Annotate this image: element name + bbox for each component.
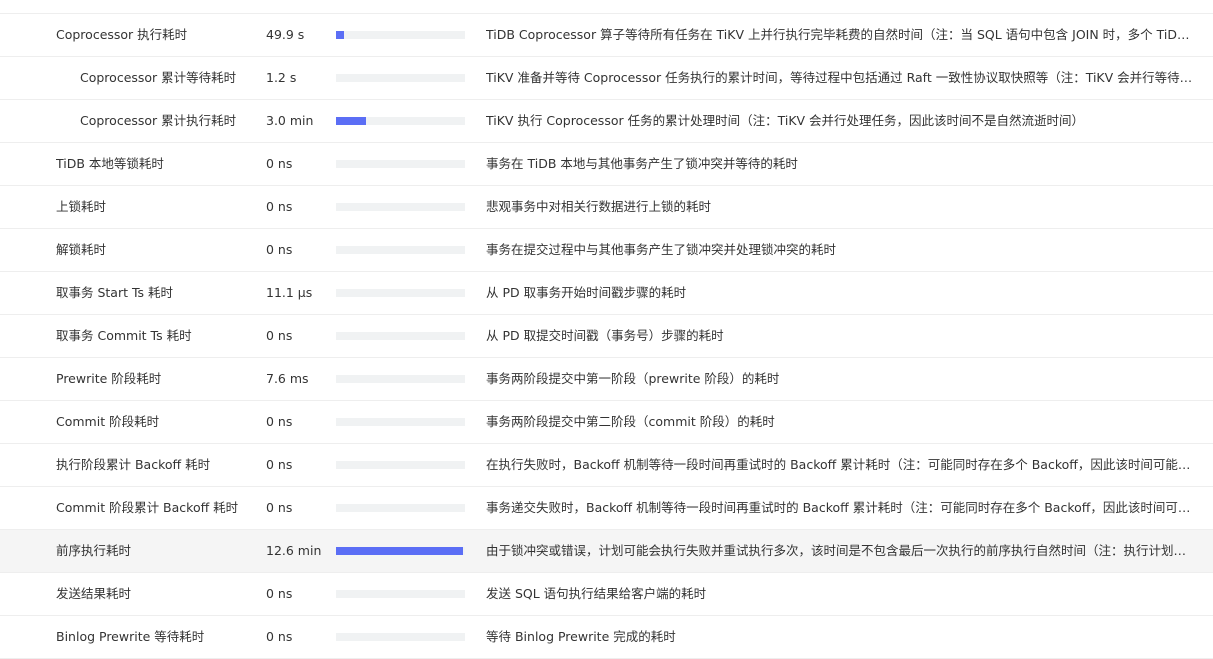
metric-name [56, 0, 256, 13]
metric-value: 49.9 s [266, 27, 305, 42]
metric-value: 0 ns [266, 199, 293, 214]
metric-name: 取事务 Start Ts 耗时 [56, 285, 174, 300]
duration-bar-track [336, 203, 465, 211]
metric-value: 0 ns [266, 500, 293, 515]
metric-name: Coprocessor 累计等待耗时 [80, 70, 237, 85]
table-row[interactable]: TiDB 本地等锁耗时 0 ns 事务在 TiDB 本地与其他事务产生了锁冲突并等待… [0, 143, 1213, 186]
metric-description: 等待 Binlog Prewrite 完成的耗时 [486, 629, 676, 644]
metric-description: 在执行失败时，Backoff 机制等待一段时间再重试时的 Backoff 累计耗… [486, 457, 1196, 472]
metric-value: 0 ns [266, 457, 293, 472]
metric-name: Coprocessor 累计执行耗时 [80, 113, 237, 128]
duration-bar-track [336, 461, 465, 469]
table-row[interactable]: Commit 阶段累计 Backoff 耗时 0 ns 事务递交失败时，Backof… [0, 487, 1213, 530]
duration-bar-fill [336, 547, 464, 555]
metric-name: 执行阶段累计 Backoff 耗时 [56, 457, 211, 472]
metric-value: 3.0 min [266, 113, 314, 128]
duration-bar-fill [336, 117, 367, 125]
metric-name: TiDB 本地等锁耗时 [56, 156, 164, 171]
metric-description: 事务递交失败时，Backoff 机制等待一段时间再重试时的 Backoff 累计… [486, 500, 1196, 515]
metric-value: 0 ns [266, 242, 293, 257]
duration-bar-track [336, 633, 465, 641]
metric-description: 事务两阶段提交中第二阶段（commit 阶段）的耗时 [486, 414, 775, 429]
metric-description: 由于锁冲突或错误，计划可能会执行失败并重试执行多次，该时间是不包含最后一次执行的… [486, 543, 1196, 558]
metric-description: 事务在提交过程中与其他事务产生了锁冲突并处理锁冲突的耗时 [486, 242, 837, 257]
metric-value: 12.6 min [266, 543, 322, 558]
metric-description: 悲观事务中对相关行数据进行上锁的耗时 [486, 199, 712, 214]
duration-bar-track [336, 289, 465, 297]
table-row[interactable]: 取事务 Start Ts 耗时 11.1 μs 从 PD 取事务开始时间戳步骤的耗时 [0, 272, 1213, 315]
metric-description: 从 PD 取事务开始时间戳步骤的耗时 [486, 285, 687, 300]
metric-value: 0 ns [266, 629, 293, 644]
metric-description: TiDB Coprocessor 算子等待所有任务在 TiKV 上并行执行完毕耗… [486, 27, 1196, 42]
table-row[interactable]: 前序执行耗时 12.6 min 由于锁冲突或错误，计划可能会执行失败并重试执行多次，… [0, 530, 1213, 573]
metric-value: 0 ns [266, 414, 293, 429]
metric-description: 事务两阶段提交中第一阶段（prewrite 阶段）的耗时 [486, 371, 780, 386]
duration-bar-track [336, 31, 465, 39]
duration-bar-track [336, 332, 465, 340]
metric-value: 11.1 μs [266, 285, 313, 300]
table-row[interactable]: 解锁耗时 0 ns 事务在提交过程中与其他事务产生了锁冲突并处理锁冲突的耗时 [0, 229, 1213, 272]
metric-value: 1.2 s [266, 70, 297, 85]
metric-value: 0 ns [266, 156, 293, 171]
duration-bar-track [336, 160, 465, 168]
metric-name: 解锁耗时 [56, 242, 107, 257]
duration-bar-track [336, 590, 465, 598]
table-row[interactable]: 取事务 Commit Ts 耗时 0 ns 从 PD 取提交时间戳（事务号）步骤的耗… [0, 315, 1213, 358]
metric-description: 事务在 TiDB 本地与其他事务产生了锁冲突并等待的耗时 [486, 156, 798, 171]
table-row[interactable]: 上锁耗时 0 ns 悲观事务中对相关行数据进行上锁的耗时 [0, 186, 1213, 229]
duration-bar-track [336, 74, 465, 82]
metric-name: 上锁耗时 [56, 199, 107, 214]
table-row[interactable] [0, 0, 1213, 14]
metric-description: 从 PD 取提交时间戳（事务号）步骤的耗时 [486, 328, 724, 343]
duration-bar-track [336, 418, 465, 426]
duration-bar-track [336, 117, 465, 125]
duration-bar-track [336, 504, 465, 512]
duration-bar-track [336, 246, 465, 254]
table-row[interactable]: Coprocessor 累计执行耗时 3.0 min TiKV 执行 Coproce… [0, 100, 1213, 143]
table-row[interactable]: 执行阶段累计 Backoff 耗时 0 ns 在执行失败时，Backoff 机制等待… [0, 444, 1213, 487]
metric-name: 发送结果耗时 [56, 586, 132, 601]
metric-name: 前序执行耗时 [56, 543, 132, 558]
duration-bar-fill [336, 31, 344, 39]
metric-description [486, 0, 1196, 13]
metric-name: Prewrite 阶段耗时 [56, 371, 162, 386]
metric-name: Coprocessor 执行耗时 [56, 27, 188, 42]
table-row[interactable]: 发送结果耗时 0 ns 发送 SQL 语句执行结果给客户端的耗时 [0, 573, 1213, 616]
metric-name: Binlog Prewrite 等待耗时 [56, 629, 205, 644]
metric-description: TiKV 准备并等待 Coprocessor 任务执行的累计时间，等待过程中包括… [486, 70, 1196, 85]
metric-name: 取事务 Commit Ts 耗时 [56, 328, 192, 343]
metric-description: 发送 SQL 语句执行结果给客户端的耗时 [486, 586, 707, 601]
execution-time-table: Coprocessor 执行耗时 49.9 s TiDB Coprocessor 算… [0, 0, 1213, 659]
table-row[interactable]: Coprocessor 累计等待耗时 1.2 s TiKV 准备并等待 Coproc… [0, 57, 1213, 100]
metric-value: 0 ns [266, 328, 293, 343]
metric-value: 7.6 ms [266, 371, 309, 386]
metric-name: Commit 阶段耗时 [56, 414, 160, 429]
metric-value [266, 0, 332, 13]
table-row[interactable]: Coprocessor 执行耗时 49.9 s TiDB Coprocessor 算… [0, 14, 1213, 57]
duration-bar-track [336, 547, 465, 555]
metric-description: TiKV 执行 Coprocessor 任务的累计处理时间（注：TiKV 会并行… [486, 113, 1085, 128]
table-row[interactable]: Commit 阶段耗时 0 ns 事务两阶段提交中第二阶段（commit 阶段）的耗… [0, 401, 1213, 444]
duration-bar-track [336, 375, 465, 383]
table-row[interactable]: Binlog Prewrite 等待耗时 0 ns 等待 Binlog Prewri… [0, 616, 1213, 659]
metric-value: 0 ns [266, 586, 293, 601]
table-row[interactable]: Prewrite 阶段耗时 7.6 ms 事务两阶段提交中第一阶段（prewrite… [0, 358, 1213, 401]
metric-name: Commit 阶段累计 Backoff 耗时 [56, 500, 239, 515]
